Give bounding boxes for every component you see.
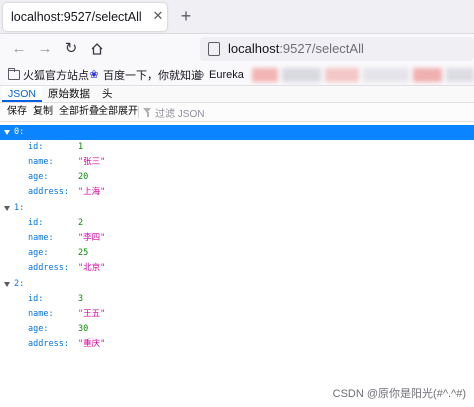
json-viewer-tabs: JSON 原始数据 头 bbox=[0, 86, 474, 103]
copy-button[interactable]: 复制 bbox=[33, 105, 53, 119]
field-key: address: bbox=[28, 339, 69, 349]
tree-row[interactable]: age: 30 bbox=[0, 322, 474, 337]
json-toolbar: 保存 复制 全部折叠 全部展开 过滤 JSON bbox=[0, 103, 474, 122]
field-key: name: bbox=[28, 157, 54, 167]
tree-row[interactable]: address: "北京" bbox=[0, 261, 474, 276]
folder-icon bbox=[8, 68, 20, 80]
tree-row-object-0[interactable]: 0: bbox=[0, 125, 474, 140]
field-value: 3 bbox=[78, 294, 84, 304]
field-key: address: bbox=[28, 187, 69, 197]
tab-headers[interactable]: 头 bbox=[96, 86, 119, 102]
field-value: 1 bbox=[78, 142, 84, 152]
expand-all-button[interactable]: 全部展开 bbox=[98, 105, 138, 119]
tab-raw-data[interactable]: 原始数据 bbox=[42, 86, 96, 102]
field-value: "北京" bbox=[78, 263, 106, 273]
tree-row[interactable]: id: 2 bbox=[0, 216, 474, 231]
expand-arrow-icon[interactable] bbox=[4, 282, 10, 287]
tree-row[interactable]: age: 25 bbox=[0, 246, 474, 261]
tab-title: localhost:9527/selectAll bbox=[11, 10, 142, 24]
field-key: age: bbox=[28, 172, 49, 182]
globe-icon: ⊕ bbox=[195, 69, 205, 81]
field-value: 25 bbox=[78, 248, 89, 258]
tree-row[interactable]: name: "王五" bbox=[0, 307, 474, 322]
paw-icon: ❀ bbox=[89, 69, 99, 81]
blurred-bookmarks bbox=[252, 68, 474, 82]
field-key: age: bbox=[28, 324, 49, 334]
field-key: id: bbox=[28, 294, 44, 304]
forward-icon[interactable]: → bbox=[36, 40, 54, 58]
filter-placeholder: 过滤 JSON bbox=[155, 108, 205, 120]
field-key: id: bbox=[28, 218, 44, 228]
filter-icon bbox=[143, 107, 152, 117]
object-key: 1: bbox=[14, 203, 25, 213]
blurred-item bbox=[281, 68, 322, 82]
field-key: address: bbox=[28, 263, 69, 273]
field-value: 20 bbox=[78, 172, 89, 182]
field-key: name: bbox=[28, 309, 54, 319]
bookmarks-bar: 火狐官方站点 ❀ 百度一下，你就知道 ⊕ Eureka bbox=[0, 64, 474, 86]
tree-row[interactable]: id: 3 bbox=[0, 292, 474, 307]
tree-row-object-1[interactable]: 1: bbox=[0, 201, 474, 216]
tree-row-object-2[interactable]: 2: bbox=[0, 277, 474, 292]
save-button[interactable]: 保存 bbox=[7, 105, 27, 119]
collapse-all-button[interactable]: 全部折叠 bbox=[59, 105, 99, 119]
url-path: :9527/selectAll bbox=[279, 41, 364, 56]
page-icon bbox=[208, 42, 220, 56]
tree-row[interactable]: age: 20 bbox=[0, 170, 474, 185]
json-tree: 0: id: 1 name: "张三" age: 20 address: "上海… bbox=[0, 123, 474, 407]
field-value: 2 bbox=[78, 218, 84, 228]
bookmark-baidu[interactable]: ❀ 百度一下，你就知道 bbox=[88, 67, 202, 83]
field-key: id: bbox=[28, 142, 44, 152]
bookmark-label: 百度一下，你就知道 bbox=[103, 70, 202, 82]
tree-row[interactable]: address: "重庆" bbox=[0, 337, 474, 352]
tab-strip: localhost:9527/selectAll ✕ + bbox=[0, 0, 474, 34]
filter-json-input[interactable]: 过滤 JSON bbox=[143, 105, 205, 120]
blurred-item bbox=[412, 68, 443, 82]
field-key: name: bbox=[28, 233, 54, 243]
url-bar[interactable]: localhost:9527/selectAll bbox=[200, 37, 474, 61]
bookmark-eureka[interactable]: ⊕ Eureka bbox=[194, 67, 244, 83]
back-icon[interactable]: ← bbox=[10, 40, 28, 58]
field-value: "上海" bbox=[78, 187, 106, 197]
field-value: 30 bbox=[78, 324, 89, 334]
tree-row[interactable]: name: "张三" bbox=[0, 155, 474, 170]
blurred-item bbox=[363, 68, 409, 82]
blurred-item bbox=[252, 68, 278, 82]
object-key: 0: bbox=[14, 127, 25, 137]
bookmark-firefox[interactable]: 火狐官方站点 bbox=[8, 67, 89, 83]
tree-row[interactable]: address: "上海" bbox=[0, 185, 474, 200]
bookmark-label: Eureka bbox=[209, 69, 244, 81]
blurred-item bbox=[446, 68, 474, 82]
field-key: age: bbox=[28, 248, 49, 258]
tab-json[interactable]: JSON bbox=[2, 86, 43, 102]
field-value: "重庆" bbox=[78, 339, 106, 349]
watermark: CSDN @原你是阳光(#^.^#) bbox=[332, 388, 466, 400]
field-value: "张三" bbox=[78, 157, 106, 167]
home-icon[interactable] bbox=[88, 40, 106, 58]
expand-arrow-icon[interactable] bbox=[4, 130, 10, 135]
object-key: 2: bbox=[14, 279, 25, 289]
navigation-bar: ← → ↻ localhost:9527/selectAll bbox=[0, 34, 474, 64]
tree-row[interactable]: id: 1 bbox=[0, 140, 474, 155]
new-tab-icon[interactable]: + bbox=[176, 6, 196, 26]
url-host: localhost bbox=[228, 41, 280, 56]
blurred-item bbox=[325, 68, 360, 82]
browser-tab[interactable]: localhost:9527/selectAll ✕ bbox=[3, 3, 167, 31]
expand-arrow-icon[interactable] bbox=[4, 206, 10, 211]
tree-row[interactable]: name: "李四" bbox=[0, 231, 474, 246]
reload-icon[interactable]: ↻ bbox=[62, 40, 80, 58]
bookmark-label: 火狐官方站点 bbox=[23, 70, 89, 82]
url-text: localhost:9527/selectAll bbox=[228, 41, 364, 56]
close-icon[interactable]: ✕ bbox=[151, 9, 165, 23]
toolbar-divider bbox=[138, 106, 139, 118]
field-value: "王五" bbox=[78, 309, 106, 319]
field-value: "李四" bbox=[78, 233, 106, 243]
